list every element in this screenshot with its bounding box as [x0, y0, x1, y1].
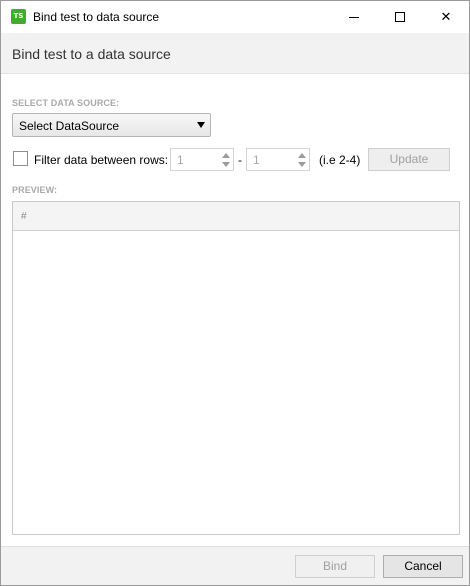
cancel-button[interactable]: Cancel	[383, 555, 463, 578]
increment-arrow-icon[interactable]	[222, 153, 230, 158]
dropdown-arrow-icon	[197, 122, 205, 128]
dialog-heading: Bind test to a data source	[12, 46, 171, 62]
range-separator: -	[238, 153, 242, 167]
column-header-index[interactable]: #	[21, 211, 27, 222]
range-hint: (i.e 2-4)	[319, 153, 361, 167]
datasource-select[interactable]: Select DataSource	[12, 113, 211, 137]
row-from-value: 1	[177, 153, 184, 167]
bind-button[interactable]: Bind	[295, 555, 375, 578]
maximize-button[interactable]	[377, 1, 423, 33]
datasource-section-label: SELECT DATA SOURCE:	[12, 98, 120, 108]
bind-dialog-window: TS Bind test to data source ✕ Bind test …	[0, 0, 470, 586]
decrement-arrow-icon[interactable]	[298, 162, 306, 167]
title-bar[interactable]: TS Bind test to data source ✕	[1, 1, 469, 33]
preview-table-header: #	[13, 202, 459, 231]
row-to-stepper[interactable]: 1	[246, 148, 310, 171]
row-from-stepper[interactable]: 1	[170, 148, 234, 171]
app-logo-icon: TS	[11, 9, 26, 24]
filter-rows-checkbox[interactable]	[13, 151, 28, 166]
close-button[interactable]: ✕	[423, 1, 469, 33]
update-button[interactable]: Update	[368, 148, 450, 171]
preview-section-label: PREVIEW:	[12, 185, 58, 195]
window-title: Bind test to data source	[33, 10, 160, 24]
filter-rows-label[interactable]: Filter data between rows:	[34, 153, 168, 167]
maximize-icon	[395, 12, 405, 22]
decrement-arrow-icon[interactable]	[222, 162, 230, 167]
dialog-header: Bind test to a data source	[1, 33, 469, 74]
row-to-value: 1	[253, 153, 260, 167]
minimize-icon	[349, 16, 359, 18]
datasource-select-value: Select DataSource	[19, 119, 120, 133]
increment-arrow-icon[interactable]	[298, 153, 306, 158]
close-icon: ✕	[440, 9, 452, 24]
preview-table[interactable]: #	[12, 201, 460, 535]
minimize-button[interactable]	[331, 1, 377, 33]
